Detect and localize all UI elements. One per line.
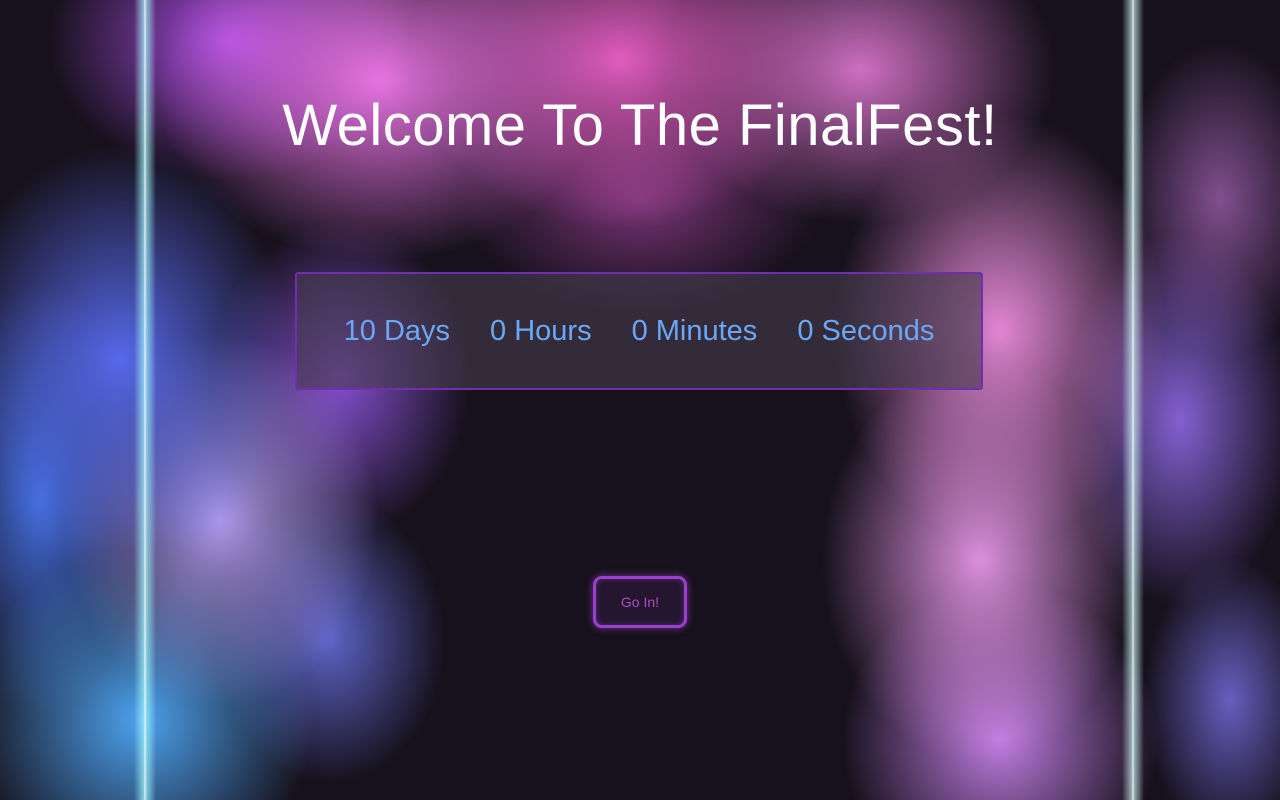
- countdown-seconds: 0 Seconds: [797, 314, 935, 347]
- countdown-days: 10 Days: [343, 314, 451, 347]
- page-title: Welcome To The FinalFest!: [282, 93, 998, 158]
- countdown-minutes: 0 Minutes: [631, 314, 758, 347]
- countdown-hours: 0 Hours: [490, 314, 592, 347]
- countdown-panel: 10 Days 0 Hours 0 Minutes 0 Seconds: [295, 272, 983, 390]
- landing-page: Welcome To The FinalFest! 10 Days 0 Hour…: [0, 0, 1280, 800]
- go-in-button[interactable]: Go In!: [593, 576, 687, 628]
